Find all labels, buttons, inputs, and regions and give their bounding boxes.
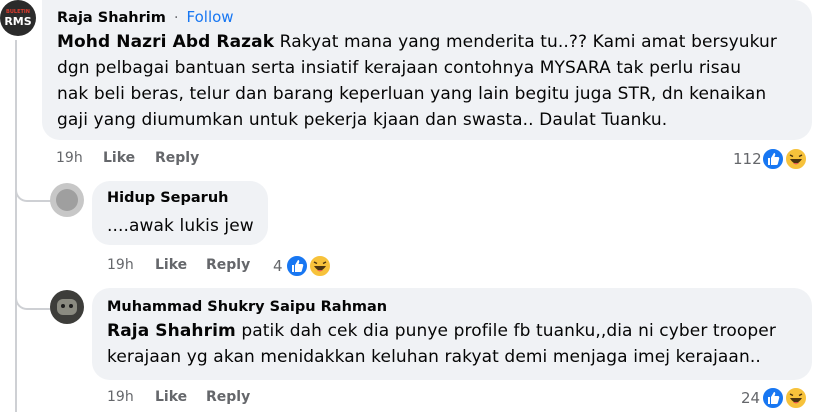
thread-line [15, 40, 17, 412]
comment-author[interactable]: Raja Shahrim [57, 10, 166, 26]
mention-link[interactable]: Mohd Nazri Abd Razak [57, 32, 274, 52]
avatar-raja-shahrim[interactable]: BULETIN RMS [0, 0, 36, 36]
reply-time[interactable]: 19h [107, 389, 134, 405]
like-button[interactable]: Like [155, 389, 187, 405]
reply-button[interactable]: Reply [206, 389, 250, 405]
reply-bubble: Muhammad Shukry Saipu Rahman Raja Shahri… [92, 288, 812, 380]
avatar-image [69, 304, 73, 308]
avatar-logo-bottom: RMS [4, 15, 32, 28]
reply-line: kerajaan yg akan menidakkan keluhan raky… [107, 347, 761, 367]
avatar-image [56, 189, 78, 211]
like-reaction-icon [285, 254, 309, 278]
comment-line: nak beli beras, telur dan barang keperlu… [57, 84, 767, 104]
like-reaction-icon [761, 147, 785, 171]
reply-author[interactable]: Muhammad Shukry Saipu Rahman [107, 299, 387, 315]
avatar-image [61, 304, 65, 308]
follow-link[interactable]: Follow [187, 8, 234, 26]
comment-header: Raja Shahrim · Follow [57, 7, 234, 26]
like-button[interactable]: Like [155, 257, 187, 273]
comment-line: Rakyat mana yang menderita tu..?? Kami a… [274, 32, 777, 52]
comment-text: Mohd Nazri Abd Razak Rakyat mana yang me… [57, 29, 802, 133]
reaction-count[interactable]: 4 [273, 257, 283, 275]
reply-text: Raja Shahrim patik dah cek dia punye pro… [107, 318, 776, 370]
reply-author[interactable]: Hidup Separuh [107, 190, 228, 206]
avatar-image [57, 299, 77, 315]
haha-reaction-icon [784, 147, 808, 171]
comment-actions: 19h [56, 150, 83, 166]
thread-connector [15, 176, 51, 202]
reaction-count[interactable]: 112 [733, 150, 762, 168]
reply-button[interactable]: Reply [155, 150, 199, 166]
comment-line: dgn pelbagai bantuan serta insiatif kera… [57, 58, 742, 78]
reply-bubble: Hidup Separuh ....awak lukis jew [92, 181, 268, 245]
reply-time[interactable]: 19h [107, 257, 134, 273]
reply-text: ....awak lukis jew [107, 216, 254, 236]
reply-button[interactable]: Reply [206, 257, 250, 273]
mention-link[interactable]: Raja Shahrim [107, 321, 236, 341]
comment-line: gaji yang diumumkan untuk pekerja kjaan … [57, 110, 668, 130]
comment-bubble: Raja Shahrim · Follow Mohd Nazri Abd Raz… [42, 0, 812, 140]
avatar-hidup-separuh[interactable] [50, 183, 84, 217]
thread-connector [15, 284, 51, 310]
avatar-muhammad-shukry[interactable] [50, 290, 84, 324]
comment-time[interactable]: 19h [56, 150, 83, 166]
haha-reaction-icon [308, 254, 332, 278]
reaction-count[interactable]: 24 [741, 389, 760, 407]
separator: · [173, 10, 179, 26]
haha-reaction-icon [784, 386, 808, 410]
reply-line: patik dah cek dia punye profile fb tuank… [235, 321, 776, 341]
like-button[interactable]: Like [103, 150, 135, 166]
like-reaction-icon [761, 386, 785, 410]
